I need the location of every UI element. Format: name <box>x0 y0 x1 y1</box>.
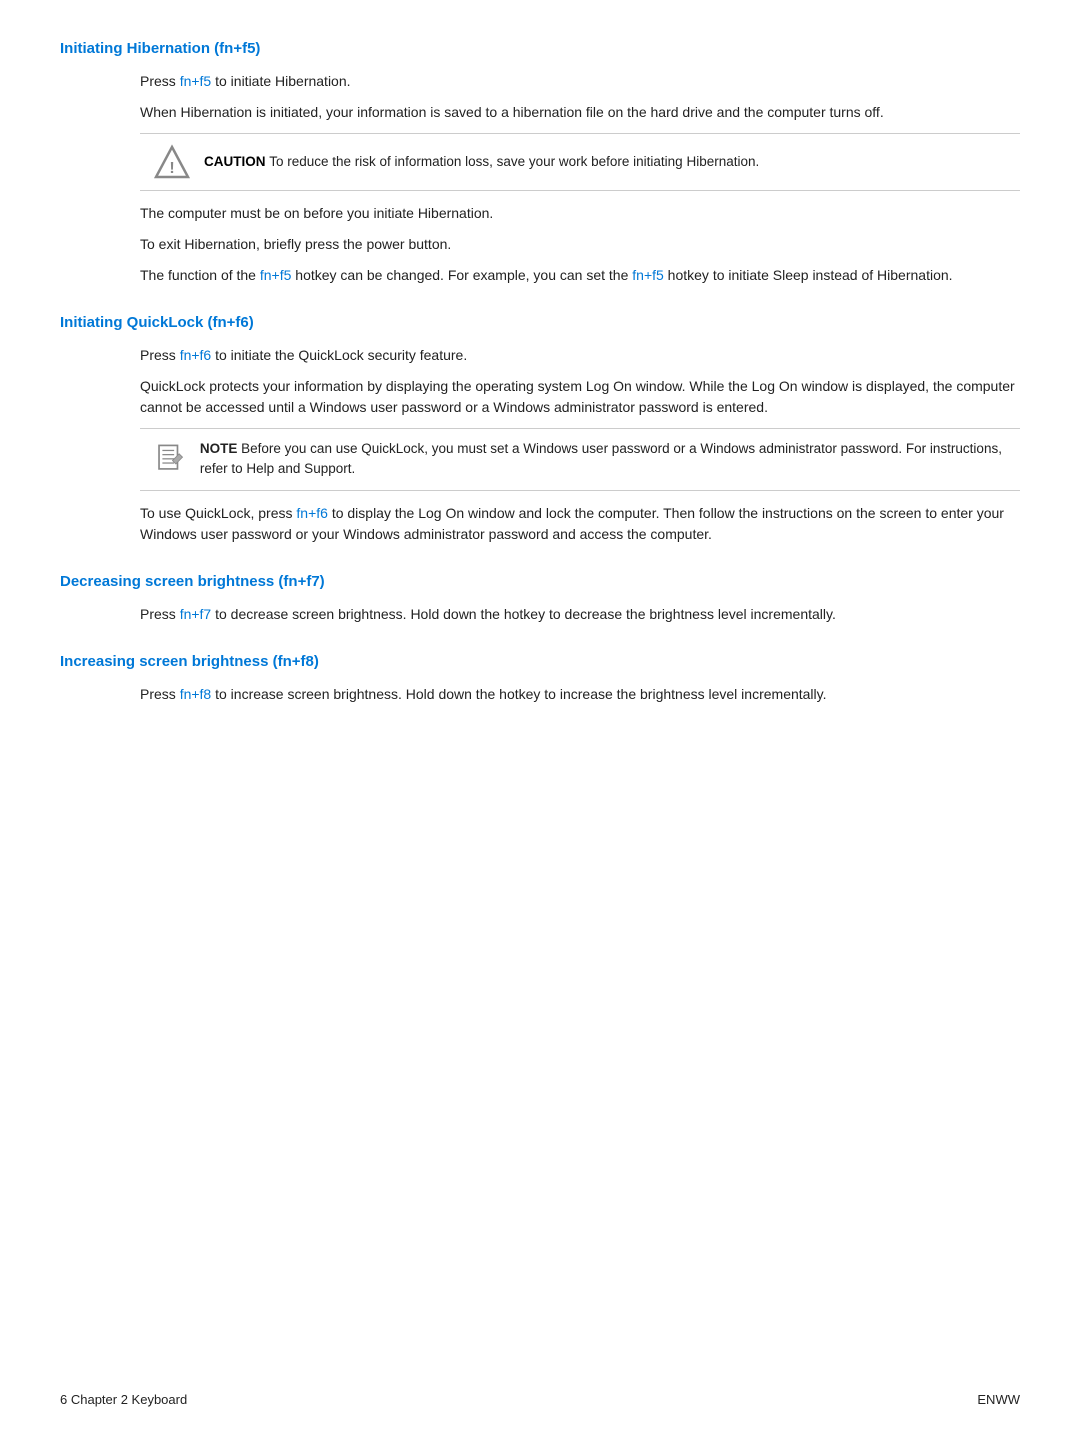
section-title-quicklock: Initiating QuickLock (fn+f6) <box>60 314 1020 331</box>
caution-label: CAUTION <box>204 154 269 169</box>
hotkey-link: fn+f6 <box>180 347 212 363</box>
section-decrease-brightness: Decreasing screen brightness (fn+f7) Pres… <box>60 573 1020 625</box>
hotkey-link: fn+f5 <box>632 267 664 283</box>
section-hibernation: Initiating Hibernation (fn+f5) Press fn+f… <box>60 40 1020 286</box>
paragraph: Press fn+f5 to initiate Hibernation. <box>140 71 1020 92</box>
caution-triangle-icon: ! <box>154 144 190 180</box>
footer-right: ENWW <box>977 1392 1020 1407</box>
hotkey-link: fn+f5 <box>260 267 292 283</box>
paragraph: When Hibernation is initiated, your info… <box>140 102 1020 123</box>
section-title-increase-brightness: Increasing screen brightness (fn+f8) <box>60 653 1020 670</box>
hotkey-link: fn+f6 <box>296 505 328 521</box>
paragraph: Press fn+f7 to decrease screen brightnes… <box>140 604 1020 625</box>
paragraph: The computer must be on before you initi… <box>140 203 1020 224</box>
paragraph: To use QuickLock, press fn+f6 to display… <box>140 503 1020 545</box>
section-title-decrease-brightness: Decreasing screen brightness (fn+f7) <box>60 573 1020 590</box>
section-quicklock: Initiating QuickLock (fn+f6) Press fn+f6 … <box>60 314 1020 545</box>
caution-text: CAUTION To reduce the risk of informatio… <box>204 152 759 172</box>
hotkey-link: fn+f8 <box>180 686 212 702</box>
note-box: NOTE Before you can use QuickLock, you m… <box>140 428 1020 491</box>
hotkey-link: fn+f7 <box>180 606 212 622</box>
paragraph: To exit Hibernation, briefly press the p… <box>140 234 1020 255</box>
section-increase-brightness: Increasing screen brightness (fn+f8) Pres… <box>60 653 1020 705</box>
note-label: NOTE <box>200 441 241 456</box>
svg-text:!: ! <box>169 160 174 177</box>
note-icon <box>154 439 186 477</box>
caution-box: ! CAUTION To reduce the risk of informati… <box>140 133 1020 191</box>
paragraph: Press fn+f6 to initiate the QuickLock se… <box>140 345 1020 366</box>
paragraph: The function of the fn+f5 hotkey can be … <box>140 265 1020 286</box>
paragraph: Press fn+f8 to increase screen brightnes… <box>140 684 1020 705</box>
hotkey-link: fn+f5 <box>180 73 212 89</box>
footer-left: 6 Chapter 2 Keyboard <box>60 1392 187 1407</box>
page-footer: 6 Chapter 2 Keyboard ENWW <box>60 1392 1020 1407</box>
note-text: NOTE Before you can use QuickLock, you m… <box>200 439 1006 480</box>
section-title-hibernation: Initiating Hibernation (fn+f5) <box>60 40 1020 57</box>
paragraph: QuickLock protects your information by d… <box>140 376 1020 418</box>
